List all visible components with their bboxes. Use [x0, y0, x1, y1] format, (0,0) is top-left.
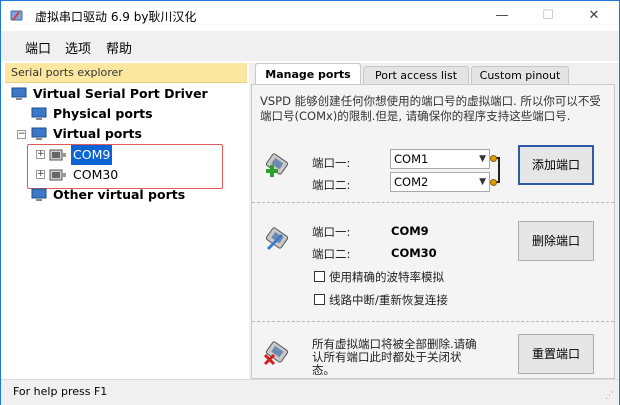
com30-label: COM30 — [73, 167, 119, 182]
other-ports-label: Other virtual ports — [53, 187, 186, 202]
port1-select[interactable]: COM1 ▼ — [390, 149, 490, 169]
virtual-ports-label: Virtual ports — [53, 126, 142, 141]
reset-port-icon — [263, 341, 289, 366]
tab-port-access-list[interactable]: Port access list — [363, 66, 469, 84]
tab-manage-ports[interactable]: Manage ports — [255, 63, 361, 85]
window-title: 虚拟串口驱动 6.9 by耿川汉化 — [35, 10, 197, 24]
description-text: VSPD 能够创建任何你想使用的端口号的虚拟端口. 所以你可以不受端口号(COM… — [260, 94, 601, 123]
serial-port-icon — [49, 169, 66, 181]
status-bar: For help press F1 ⋰ — [1, 379, 619, 405]
delete-port2-value: COM30 — [391, 246, 437, 260]
tab-content: VSPD 能够创建任何你想使用的端口号的虚拟端口. 所以你可以不受端口号(COM… — [251, 84, 615, 379]
minimize-button[interactable]: — — [479, 1, 525, 31]
close-button[interactable]: ✕ — [571, 1, 617, 31]
reset-ports-button[interactable]: 重置端口 — [518, 334, 594, 374]
separator — [252, 202, 614, 203]
port2-select[interactable]: COM2 ▼ — [390, 172, 490, 192]
status-text: For help press F1 — [13, 385, 108, 398]
delete-port2-label: 端口二: — [312, 247, 351, 261]
chevron-down-icon: ▼ — [479, 154, 486, 164]
menu-options[interactable]: 选项 — [65, 38, 91, 57]
computer-icon — [31, 127, 47, 140]
line-break-label: 线路中断/重新恢复连接 — [329, 293, 448, 307]
delete-port-icon — [265, 227, 289, 251]
pair-dot-icon — [490, 179, 497, 186]
physical-ports-label: Physical ports — [53, 106, 153, 121]
delete-port-button[interactable]: 删除端口 — [518, 221, 594, 261]
main-window: 虚拟串口驱动 6.9 by耿川汉化 — ☐ ✕ 端口 选项 帮助 Serial … — [0, 0, 620, 405]
expand-icon[interactable]: + — [36, 150, 45, 159]
menu-help[interactable]: 帮助 — [106, 38, 132, 57]
add-port-button[interactable]: 添加端口 — [518, 145, 594, 185]
expand-icon[interactable]: + — [36, 170, 45, 179]
separator — [252, 321, 614, 322]
menu-ports[interactable]: 端口 — [25, 38, 51, 57]
maximize-button[interactable]: ☐ — [525, 1, 571, 31]
delete-port1-value: COM9 — [391, 224, 429, 238]
computer-icon — [31, 107, 47, 120]
line-break-checkbox[interactable] — [314, 294, 325, 305]
tree-root-label: Virtual Serial Port Driver — [33, 86, 208, 101]
resize-grip-icon[interactable]: ⋰ — [605, 391, 615, 401]
reset-description: 所有虚拟端口将被全部删除.请确认所有端口此时都处于关闭状态。 — [312, 337, 477, 377]
baud-rate-label: 使用精确的波特率模拟 — [329, 270, 444, 284]
title-bar: 虚拟串口驱动 6.9 by耿川汉化 — ☐ ✕ — [1, 1, 619, 31]
delete-port1-label: 端口一: — [312, 225, 351, 239]
computer-icon — [11, 87, 27, 100]
add-port1-label: 端口一: — [312, 156, 351, 170]
com9-label: COM9 — [71, 145, 113, 165]
tab-strip: Manage ports Port access list Custom pin… — [249, 63, 619, 85]
add-port2-label: 端口二: — [312, 178, 351, 192]
explorer-header: Serial ports explorer — [5, 63, 247, 83]
menu-bar: 端口 选项 帮助 — [1, 31, 619, 61]
serial-port-icon — [49, 149, 66, 161]
tab-custom-pinout[interactable]: Custom pinout — [471, 66, 569, 84]
collapse-icon[interactable]: − — [17, 130, 26, 139]
chevron-down-icon: ▼ — [479, 177, 486, 187]
computer-icon — [31, 188, 47, 201]
pair-dot-icon — [490, 155, 497, 162]
app-icon — [10, 10, 23, 21]
manage-panel: Manage ports Port access list Custom pin… — [249, 63, 619, 379]
ports-explorer: Serial ports explorer Virtual Serial Por… — [5, 63, 247, 379]
add-port-icon — [265, 153, 289, 177]
baud-rate-checkbox[interactable] — [314, 271, 325, 282]
